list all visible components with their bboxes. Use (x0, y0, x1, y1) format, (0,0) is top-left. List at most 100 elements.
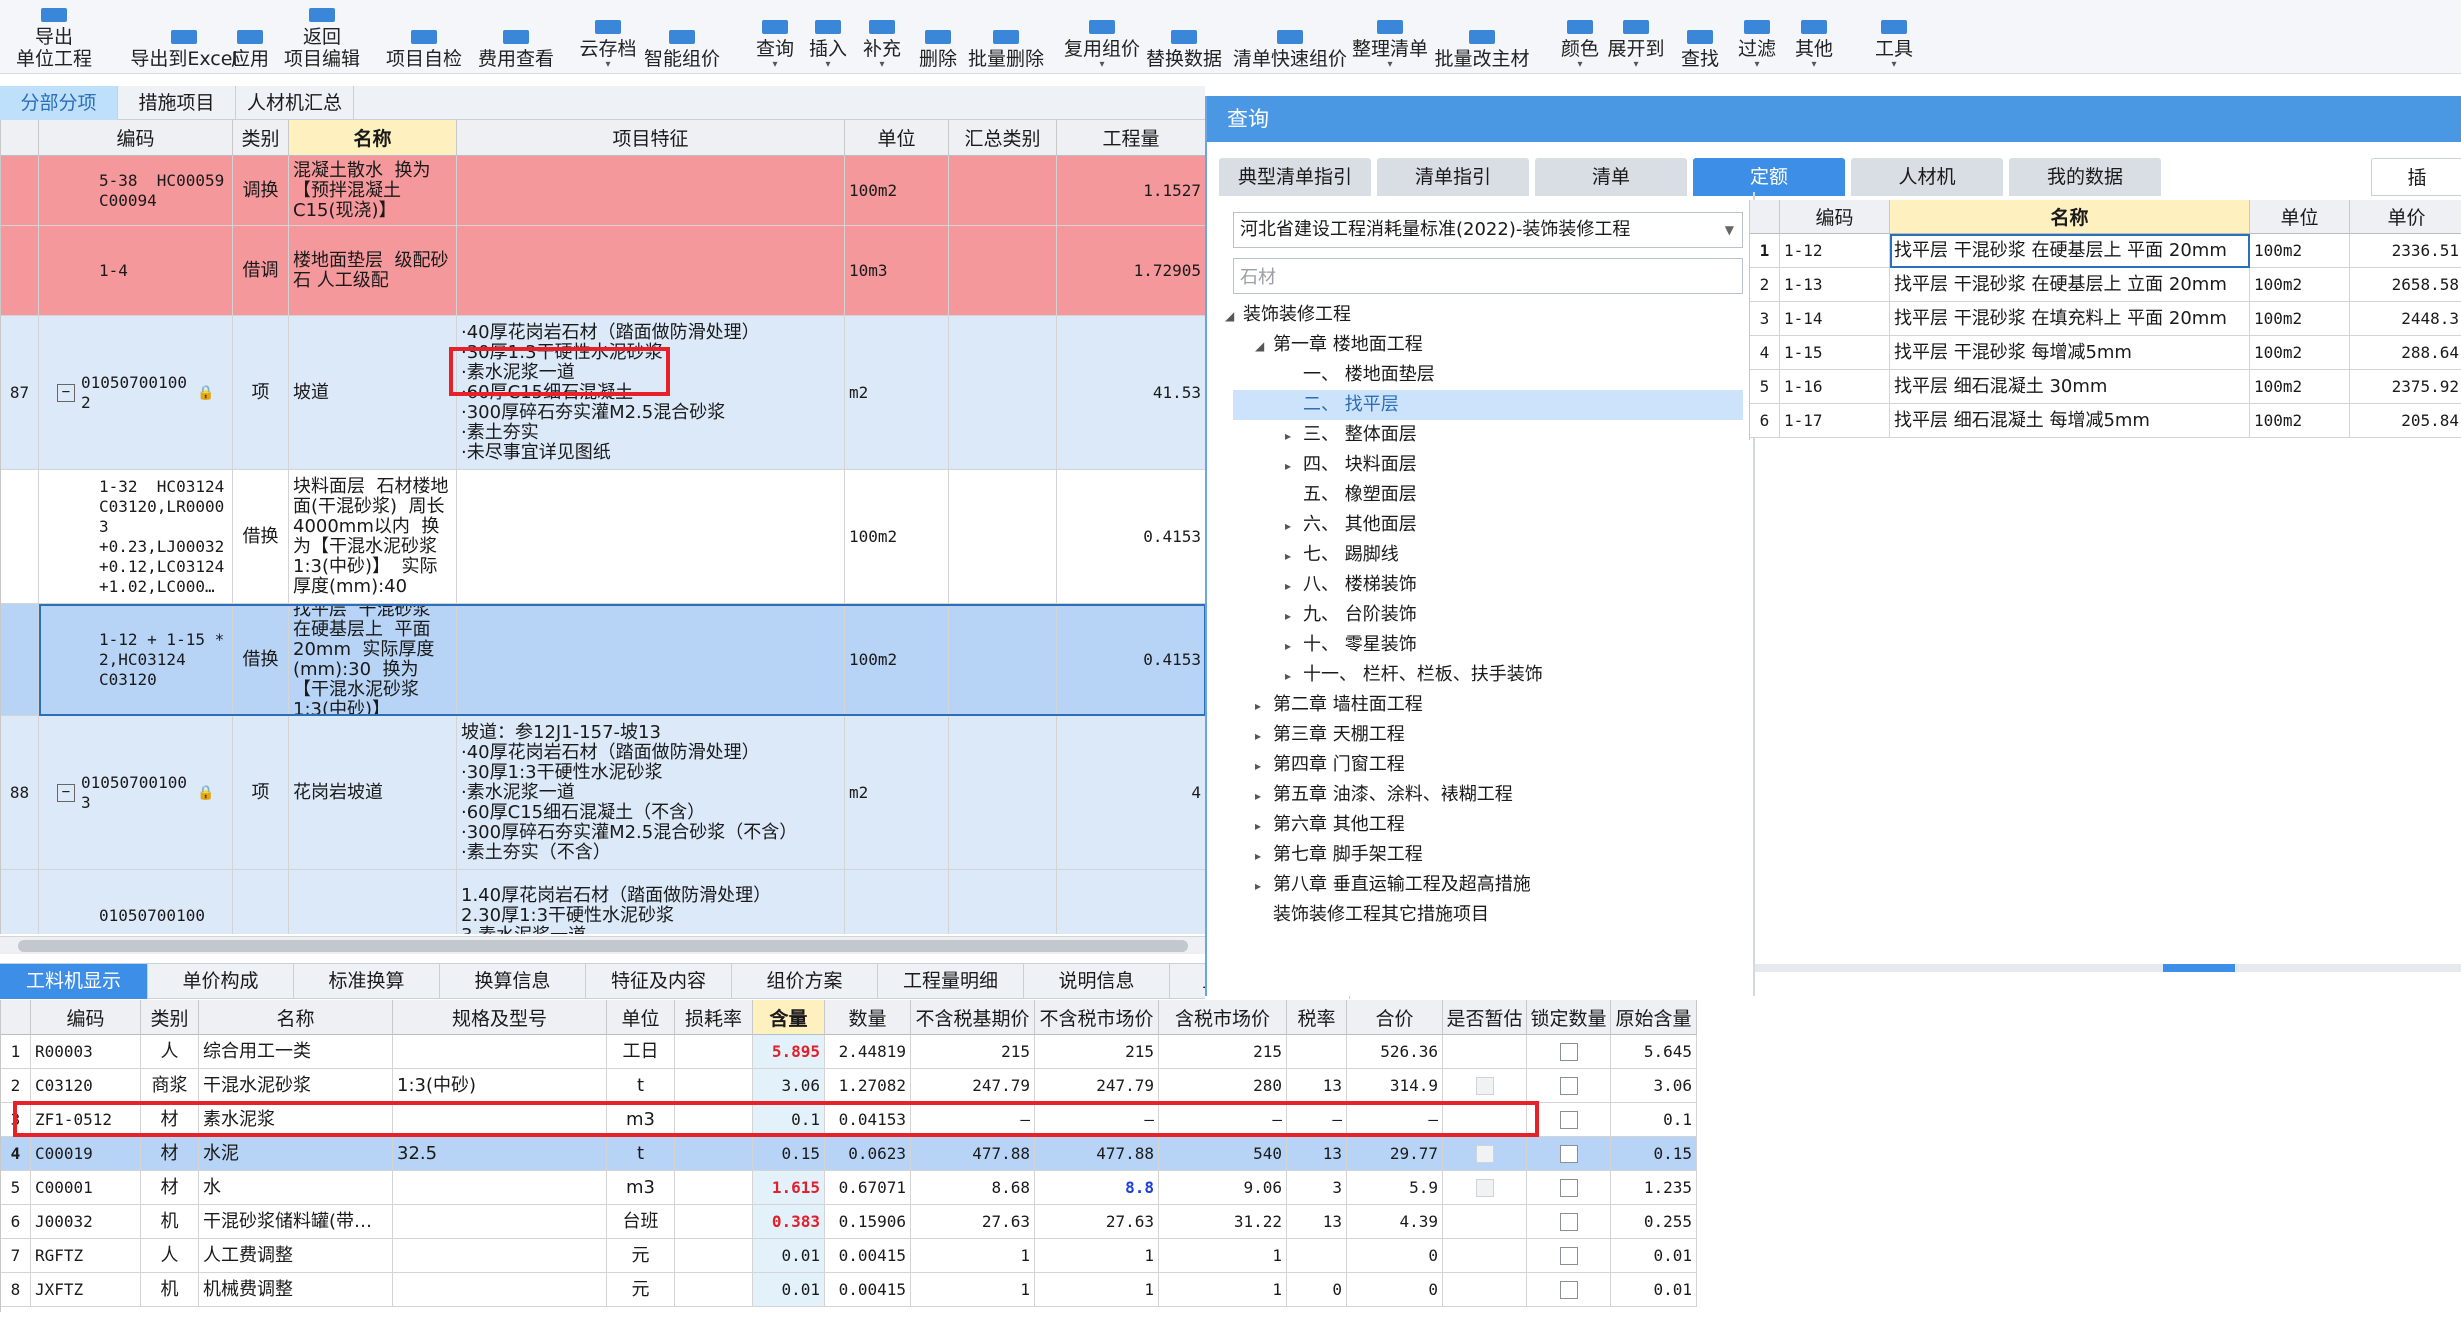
toolbar-button-12[interactable]: 批量删除 (962, 0, 1050, 74)
lower-col-header-0[interactable] (1, 1000, 31, 1035)
cell-no[interactable]: 5 (1750, 370, 1780, 404)
tree-node[interactable]: ▸ 七、 踢脚线 (1285, 540, 1745, 570)
table-row[interactable]: 01050700100 1.40厚花岗岩石材（踏面做防滑处理） 2.30厚1:3干… (1, 870, 1205, 934)
toolbar-button-17[interactable]: 批量改主材 (1428, 0, 1536, 74)
toolbar-button-18[interactable]: 颜色 ▾ (1550, 0, 1610, 74)
tree-node[interactable]: ▸ 十一、 栏杆、栏板、扶手装饰 (1285, 660, 1745, 690)
expanded-icon[interactable]: ◢ (1225, 301, 1243, 331)
result-col-header-0[interactable] (1750, 200, 1780, 234)
collapsed-icon[interactable]: ▸ (1255, 781, 1273, 811)
cell-price[interactable]: 205.84 (2350, 404, 2461, 438)
tree-node[interactable]: ▸ 第二章 墙柱面工程 (1255, 690, 1715, 720)
toolbar-button-8[interactable]: 查询 ▾ (745, 0, 805, 74)
cell-orig[interactable]: 0.1 (1611, 1103, 1697, 1137)
detail-tab-0[interactable]: 工料机显示 (0, 964, 148, 999)
lower-col-header-15[interactable]: 锁定数量 (1527, 1000, 1611, 1035)
cell-name[interactable]: 水泥 (199, 1137, 393, 1171)
tree-node[interactable]: 二、 找平层 (1233, 390, 1743, 420)
cell-tax_market[interactable]: 1 (1159, 1273, 1287, 1307)
cell-content[interactable]: 0.383 (753, 1205, 825, 1239)
cell-type[interactable]: 机 (141, 1205, 199, 1239)
cell-name[interactable]: 综合用工一类 (199, 1035, 393, 1069)
lower-col-header-9[interactable]: 不含税基期价 (911, 1000, 1035, 1035)
detail-tab-3[interactable]: 换算信息 (440, 964, 586, 999)
tab-0[interactable]: 分部分项 (0, 86, 118, 120)
upper-col-header-0[interactable] (1, 120, 39, 156)
cell-no[interactable]: 2 (1750, 268, 1780, 302)
cell-qty[interactable]: 0.00415 (825, 1239, 911, 1273)
cell-no[interactable]: 6 (1750, 404, 1780, 438)
lower-col-header-2[interactable]: 类别 (141, 1000, 199, 1035)
upper-col-header-4[interactable]: 项目特征 (457, 120, 845, 156)
cell-lock[interactable] (1527, 1273, 1611, 1307)
cell-est[interactable] (1443, 1137, 1527, 1171)
cell-tax[interactable]: 13 (1287, 1069, 1347, 1103)
collapse-toggle[interactable]: − (57, 783, 75, 802)
cell-price[interactable]: 2375.92 (2350, 370, 2461, 404)
detail-tab-6[interactable]: 工程量明细 (878, 964, 1024, 999)
tree-node[interactable]: 五、 橡塑面层 (1285, 480, 1745, 510)
cell-base[interactable]: 477.88 (911, 1137, 1035, 1171)
detail-tab-1[interactable]: 单价构成 (148, 964, 294, 999)
cell-spec[interactable] (393, 1035, 607, 1069)
cell-tax[interactable]: 3 (1287, 1171, 1347, 1205)
cell-code[interactable]: C00001 (31, 1171, 141, 1205)
collapsed-icon[interactable]: ▸ (1255, 871, 1273, 901)
query-tab-4[interactable]: 人材机 (1851, 158, 2003, 196)
cell-name[interactable]: 水 (199, 1171, 393, 1205)
query-tab-5[interactable]: 我的数据 (2009, 158, 2161, 196)
cell-unit[interactable]: 台班 (607, 1205, 675, 1239)
cell-name[interactable]: 找平层 细石混凝土 每增减5mm (1890, 404, 2250, 438)
results-splitter[interactable] (1755, 964, 2461, 972)
cell-market[interactable]: 1 (1035, 1273, 1159, 1307)
result-col-header-2[interactable]: 名称 (1890, 200, 2250, 234)
table-row[interactable]: 1-12 + 1-15 * 2,HC03124 C03120 借换 找平层 干混砂浆… (1, 604, 1205, 716)
cell-loss[interactable] (675, 1239, 753, 1273)
cell-code[interactable]: 1-14 (1780, 302, 1890, 336)
cell-name[interactable]: 找平层 干混砂浆 每增减5mm (1890, 336, 2250, 370)
cell-name[interactable]: 干混砂浆储料罐(带… (199, 1205, 393, 1239)
tree-node[interactable]: ▸ 四、 块料面层 (1285, 450, 1745, 480)
lower-col-header-6[interactable]: 损耗率 (675, 1000, 753, 1035)
toolbar-button-19[interactable]: 展开到 ▾ (1602, 0, 1670, 74)
lock-quantity-checkbox[interactable] (1559, 1212, 1578, 1231)
collapsed-icon[interactable]: ▸ (1285, 631, 1303, 661)
cell-spec[interactable]: 32.5 (393, 1137, 607, 1171)
tree-node[interactable]: ▸ 第八章 垂直运输工程及超高措施 (1255, 870, 1715, 900)
cell-total[interactable]: 0 (1347, 1239, 1443, 1273)
cell-code[interactable]: 1-17 (1780, 404, 1890, 438)
estimate-checkbox[interactable] (1475, 1178, 1494, 1197)
collapsed-icon[interactable]: ▸ (1285, 511, 1303, 541)
toolbar-button-23[interactable]: 工具 ▾ (1864, 0, 1924, 74)
cell-est[interactable] (1443, 1205, 1527, 1239)
cell-base[interactable]: 8.68 (911, 1171, 1035, 1205)
cell-lock[interactable] (1527, 1035, 1611, 1069)
toolbar-button-20[interactable]: 查找 (1670, 0, 1730, 74)
cell-content[interactable]: 0.15 (753, 1137, 825, 1171)
cell-qty[interactable]: 1.27082 (825, 1069, 911, 1103)
cell-market[interactable]: 8.8 (1035, 1171, 1159, 1205)
cell-name[interactable]: 人工费调整 (199, 1239, 393, 1273)
cell-name[interactable]: 块料面层 石材楼地面(干混砂浆) 周长4000mm以内 换为【干混水泥砂浆 1:… (289, 470, 457, 604)
cell-name[interactable] (289, 870, 457, 934)
cell-unit[interactable]: 100m2 (2250, 302, 2350, 336)
cell-base[interactable]: 27.63 (911, 1205, 1035, 1239)
cell-tax_market[interactable]: 540 (1159, 1137, 1287, 1171)
table-row[interactable]: 1-4 借调 楼地面垫层 级配砂石 人工级配 10m3 1.72905 (1, 226, 1205, 316)
lock-quantity-checkbox[interactable] (1559, 1076, 1578, 1095)
standard-select[interactable]: 河北省建设工程消耗量标准(2022)-装饰装修工程 ▼ (1233, 212, 1743, 248)
result-col-header-4[interactable]: 单价 (2350, 200, 2461, 234)
cell-name[interactable]: 找平层 干混砂浆 在硬基层上 立面 20mm (1890, 268, 2250, 302)
cell-unit[interactable]: m3 (607, 1171, 675, 1205)
resource-row[interactable]: 4 C00019 材 水泥 32.5 t 0.15 0.0623 477.88 477.88 540… (1, 1137, 1697, 1171)
table-row[interactable]: 1-32 HC03124 C03120,LR0000 3 +0.23,LJ000… (1, 470, 1205, 604)
cell-no[interactable]: 4 (1750, 336, 1780, 370)
cell-lock[interactable] (1527, 1069, 1611, 1103)
toolbar-button-6[interactable]: 云存档 ▾ (574, 0, 642, 74)
tree-node[interactable]: 一、 楼地面垫层 (1285, 360, 1745, 390)
cell-code[interactable]: J00032 (31, 1205, 141, 1239)
cell-name[interactable]: 楼地面垫层 级配砂石 人工级配 (289, 226, 457, 316)
collapsed-icon[interactable]: ▸ (1255, 691, 1273, 721)
toolbar-button-13[interactable]: 复用组价 ▾ (1058, 0, 1146, 74)
cell-tax[interactable] (1287, 1035, 1347, 1069)
